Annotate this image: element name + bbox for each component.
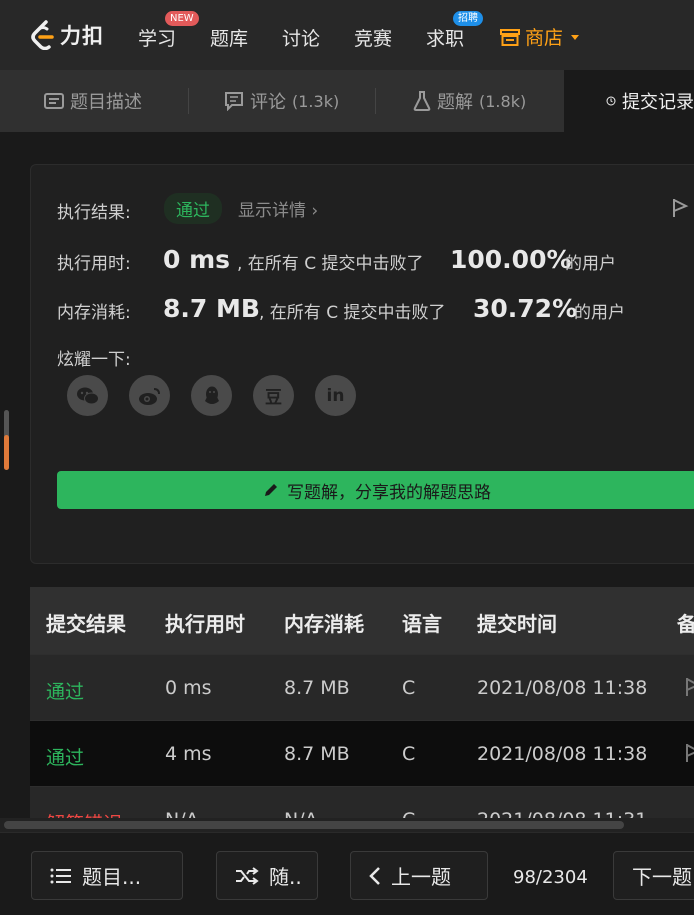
tab-divider bbox=[188, 88, 189, 114]
flag-icon[interactable] bbox=[671, 198, 689, 218]
linkedin-glyph: in bbox=[326, 385, 345, 406]
scrollbar-thumb[interactable] bbox=[4, 821, 624, 829]
table-header: 提交结果 执行用时 内存消耗 语言 提交时间 备 bbox=[30, 587, 694, 654]
tab-comments[interactable]: 评论 (1.3k) bbox=[224, 70, 339, 132]
shuffle-icon bbox=[236, 866, 259, 885]
memory-label: 内存消耗: bbox=[57, 303, 131, 323]
weibo-icon[interactable] bbox=[129, 375, 170, 416]
tab-solutions[interactable]: 题解 (1.8k) bbox=[413, 70, 526, 132]
problem-tabs: 题目描述 评论 (1.3k) 题解 (1.8k) 提交记录 bbox=[0, 70, 694, 132]
pencil-icon bbox=[265, 484, 277, 496]
wechat-icon[interactable] bbox=[67, 375, 108, 416]
memory-beat-text: , 在所有 C 提交中击败了 bbox=[259, 303, 446, 323]
row-result[interactable]: 通过 bbox=[46, 743, 84, 770]
show-details-link[interactable]: 显示详情 › bbox=[238, 196, 318, 221]
runtime-value: 0 ms bbox=[163, 245, 231, 274]
tab-submissions-label: 提交记录 bbox=[622, 92, 694, 113]
share-label: 炫耀一下: bbox=[57, 350, 131, 370]
random-problem-button[interactable]: 随.. bbox=[216, 851, 318, 900]
tab-submissions[interactable]: 提交记录 bbox=[564, 70, 694, 132]
row-memory: 8.7 MB bbox=[284, 677, 350, 699]
panel-resize-handle[interactable] bbox=[4, 410, 9, 470]
row-language: C bbox=[402, 677, 416, 699]
douban-icon[interactable]: 豆 bbox=[253, 375, 294, 416]
store-icon bbox=[500, 28, 520, 46]
douban-glyph: 豆 bbox=[265, 388, 282, 408]
runtime-label: 执行用时: bbox=[57, 254, 131, 274]
problem-pager: 98/2304 bbox=[513, 867, 588, 888]
memory-value: 8.7 MB bbox=[163, 294, 260, 323]
write-solution-button[interactable]: 写题解，分享我的解题思路 bbox=[57, 471, 694, 509]
runtime-percent: 100.00% bbox=[450, 245, 572, 274]
hiring-badge: 招聘 bbox=[453, 11, 483, 26]
table-row[interactable]: 解答错误 N/A N/A C 2021/08/08 11:31 bbox=[30, 786, 694, 822]
horizontal-scrollbar[interactable] bbox=[0, 818, 694, 832]
tab-solutions-label: 题解 bbox=[437, 92, 473, 113]
bottom-toolbar: 题目... 随.. 上一题 98/2304 下一题 bbox=[0, 832, 694, 915]
share-icons: 豆 in bbox=[67, 375, 356, 416]
resize-thumb[interactable] bbox=[4, 435, 9, 470]
flask-icon bbox=[413, 91, 431, 111]
qq-icon[interactable] bbox=[191, 375, 232, 416]
new-badge: NEW bbox=[165, 11, 199, 26]
description-icon bbox=[44, 93, 64, 109]
problem-list-button[interactable]: 题目... bbox=[31, 851, 183, 900]
tab-solutions-count: (1.8k) bbox=[479, 91, 527, 111]
memory-percent: 30.72% bbox=[473, 294, 578, 323]
problem-list-label: 题目... bbox=[82, 865, 142, 889]
status-badge: 通过 bbox=[164, 193, 222, 224]
table-row[interactable]: 通过 0 ms 8.7 MB C 2021/08/08 11:38 bbox=[30, 654, 694, 720]
row-result[interactable]: 通过 bbox=[46, 677, 84, 704]
row-submitted: 2021/08/08 11:38 bbox=[477, 677, 648, 699]
nav-contest[interactable]: 竞赛 bbox=[354, 24, 392, 51]
flag-icon[interactable] bbox=[684, 743, 694, 763]
leetcode-logo[interactable]: 力扣 bbox=[30, 20, 104, 50]
tab-comments-count: (1.3k) bbox=[292, 91, 340, 111]
table-row[interactable]: 通过 4 ms 8.7 MB C 2021/08/08 11:38 bbox=[30, 720, 694, 786]
chevron-left-icon bbox=[369, 866, 380, 885]
row-runtime: 0 ms bbox=[165, 677, 212, 699]
row-runtime: 4 ms bbox=[165, 743, 212, 765]
runtime-users-text: 的用户 bbox=[565, 254, 616, 274]
tab-description[interactable]: 题目描述 bbox=[44, 70, 142, 132]
prev-problem-button[interactable]: 上一题 bbox=[350, 851, 488, 900]
nav-learn[interactable]: 学习 bbox=[138, 24, 176, 51]
store-label: 商店 bbox=[525, 27, 564, 49]
chevron-down-icon bbox=[571, 35, 580, 40]
linkedin-icon[interactable]: in bbox=[315, 375, 356, 416]
prev-problem-label: 上一题 bbox=[391, 865, 451, 889]
col-result: 提交结果 bbox=[46, 612, 126, 636]
nav-store[interactable]: 商店 bbox=[500, 23, 580, 50]
next-problem-button[interactable]: 下一题 bbox=[613, 851, 694, 900]
tab-divider bbox=[375, 88, 376, 114]
runtime-beat-text: , 在所有 C 提交中击败了 bbox=[237, 254, 424, 274]
nav-jobs[interactable]: 求职 bbox=[426, 24, 464, 51]
clock-icon bbox=[606, 96, 616, 106]
col-note: 备 bbox=[677, 612, 694, 636]
row-memory: 8.7 MB bbox=[284, 743, 350, 765]
write-solution-label: 写题解，分享我的解题思路 bbox=[287, 482, 491, 503]
col-runtime: 执行用时 bbox=[165, 612, 245, 636]
comment-icon bbox=[225, 92, 243, 111]
submissions-table: 提交结果 执行用时 内存消耗 语言 提交时间 备 通过 0 ms 8.7 MB … bbox=[30, 587, 694, 822]
flag-icon[interactable] bbox=[684, 677, 694, 697]
memory-users-text: 的用户 bbox=[574, 303, 625, 323]
col-memory: 内存消耗 bbox=[284, 612, 364, 636]
top-nav: 力扣 学习 NEW 题库 讨论 竞赛 求职 招聘 商店 bbox=[0, 0, 694, 70]
logo-text: 力扣 bbox=[60, 24, 104, 48]
list-icon bbox=[50, 868, 71, 883]
submission-result-panel: 执行结果: 通过 显示详情 › 执行用时: 0 ms , 在所有 C 提交中击败… bbox=[30, 164, 694, 564]
nav-problems[interactable]: 题库 bbox=[210, 24, 248, 51]
status-label: 执行结果: bbox=[57, 203, 131, 223]
col-language: 语言 bbox=[402, 612, 442, 636]
next-problem-label: 下一题 bbox=[632, 865, 692, 889]
leetcode-logo-icon bbox=[31, 20, 54, 50]
tab-description-label: 题目描述 bbox=[70, 92, 142, 113]
row-language: C bbox=[402, 743, 416, 765]
row-submitted: 2021/08/08 11:38 bbox=[477, 743, 648, 765]
tab-comments-label: 评论 bbox=[250, 92, 286, 113]
random-problem-label: 随.. bbox=[269, 865, 302, 889]
col-submitted: 提交时间 bbox=[477, 612, 557, 636]
nav-discuss[interactable]: 讨论 bbox=[282, 24, 320, 51]
